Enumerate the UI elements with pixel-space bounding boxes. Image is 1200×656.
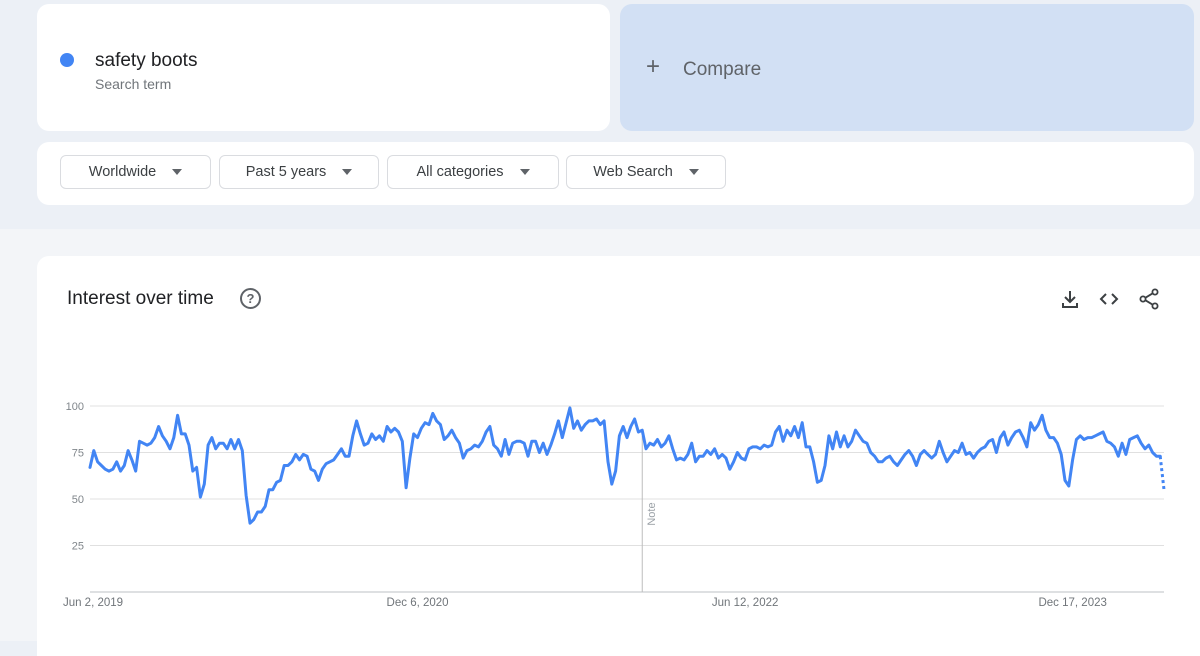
series-partial-segment: [1158, 456, 1166, 490]
y-tick-label: 75: [72, 448, 84, 460]
search-term-card[interactable]: safety boots Search term: [37, 4, 610, 131]
time-range-dropdown[interactable]: Past 5 years: [219, 155, 379, 189]
filter-bar: Worldwide Past 5 years All categories We…: [37, 142, 1194, 205]
search-term-type: Search term: [95, 76, 172, 92]
caret-down-icon: [172, 169, 183, 175]
search-type-dropdown-label: Web Search: [593, 164, 673, 180]
search-term-name[interactable]: safety boots: [95, 50, 197, 72]
category-dropdown[interactable]: All categories: [387, 155, 559, 189]
caret-down-icon: [519, 169, 530, 175]
compare-button[interactable]: + Compare: [620, 4, 1194, 131]
time-range-dropdown-label: Past 5 years: [245, 164, 327, 180]
y-tick-label: 50: [72, 494, 84, 506]
region-dropdown-label: Worldwide: [88, 164, 157, 180]
compare-label: Compare: [683, 59, 762, 80]
plus-icon: +: [646, 53, 661, 80]
x-tick-label: Jun 12, 2022: [712, 597, 779, 609]
y-tick-label: 100: [66, 401, 84, 413]
x-tick-label: Dec 6, 2020: [387, 597, 449, 609]
interest-line-chart: 100 75 50 25 Jun 2, 2019 Dec 6, 2020 Jun 12, 2…: [63, 401, 1166, 609]
search-type-dropdown[interactable]: Web Search: [566, 155, 726, 189]
series-color-dot: [60, 53, 74, 67]
interest-over-time-card: Interest over time ? 100 75 50 25 Jun 2, 201…: [37, 256, 1200, 656]
series-line: [88, 406, 1162, 525]
x-tick-label: Dec 17, 2023: [1038, 597, 1106, 609]
caret-down-icon: [688, 169, 699, 175]
y-tick-label: 25: [72, 541, 84, 553]
caret-down-icon: [342, 169, 353, 175]
region-dropdown[interactable]: Worldwide: [60, 155, 211, 189]
category-dropdown-label: All categories: [416, 164, 504, 180]
note-label: Note: [646, 502, 658, 525]
x-tick-label: Jun 2, 2019: [63, 597, 123, 609]
